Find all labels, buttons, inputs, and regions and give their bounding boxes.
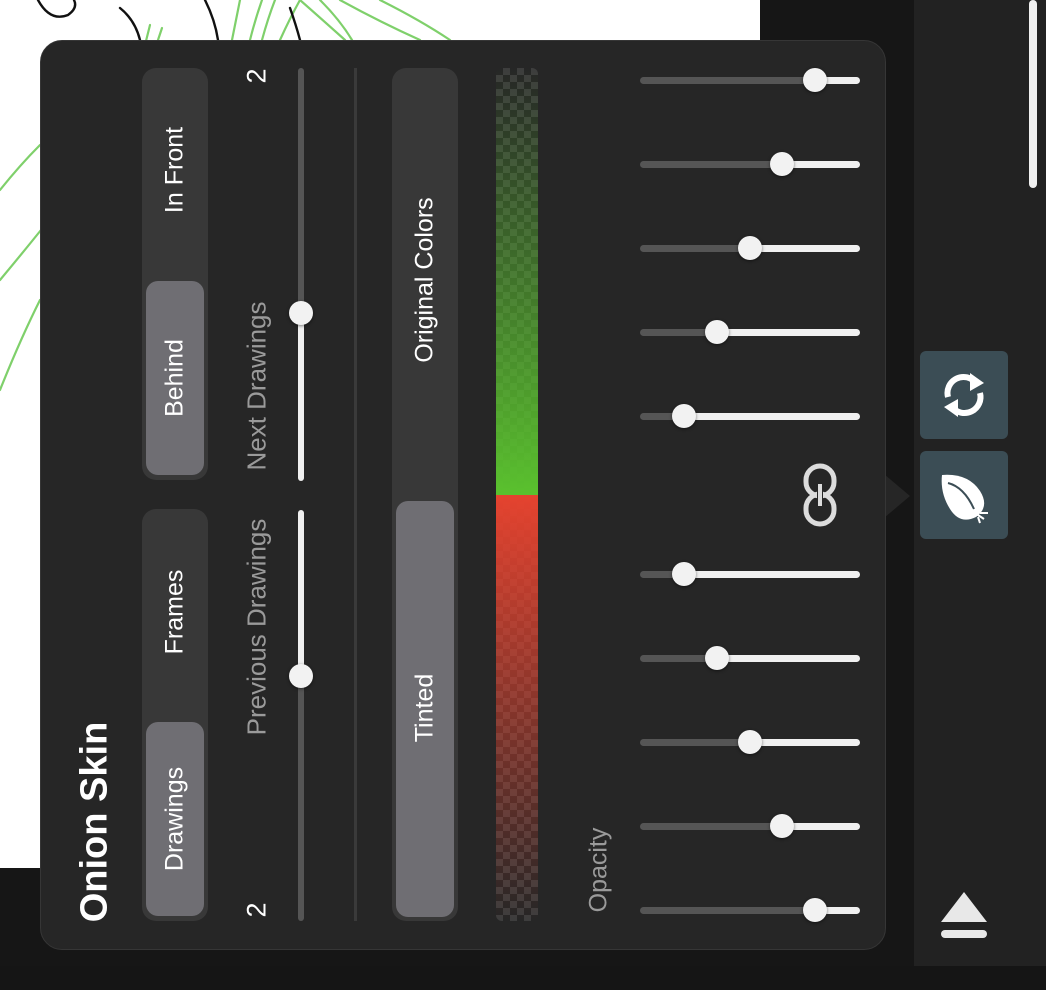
next-opacity-slider-5-thumb[interactable]: [672, 404, 696, 428]
previous-opacity-slider-3-fill: [640, 739, 750, 746]
next-drawings-track-active: [298, 313, 304, 481]
next-drawings-count: 2: [241, 68, 272, 84]
previous-drawings-thumb[interactable]: [289, 664, 313, 688]
previous-opacity-slider-1-track: [684, 571, 860, 578]
link-icon[interactable]: [800, 462, 840, 528]
next-opacity-slider-3-fill: [640, 245, 750, 252]
popover-arrow: [884, 474, 910, 518]
next-opacity-slider-2[interactable]: [640, 152, 860, 176]
next-opacity-slider-3[interactable]: [640, 236, 860, 260]
previous-opacity-slider-3-track: [749, 739, 860, 746]
onion-skin-button[interactable]: [920, 451, 1008, 539]
previous-opacity-slider-4-fill: [640, 823, 783, 830]
next-opacity-slider-1-thumb[interactable]: [803, 68, 827, 92]
previous-opacity-slider-5-thumb[interactable]: [803, 898, 827, 922]
eject-button[interactable]: [934, 882, 994, 946]
next-opacity-slider-5[interactable]: [640, 404, 860, 428]
onion-icon: [941, 474, 988, 524]
previous-opacity-slider-3[interactable]: [640, 730, 860, 754]
previous-opacity-slider-1-thumb[interactable]: [672, 562, 696, 586]
position-option-in-front[interactable]: In Front: [161, 127, 190, 213]
next-drawings-thumb[interactable]: [289, 301, 313, 325]
next-opacity-slider-2-fill: [640, 161, 783, 168]
next-opacity-slider-4-track: [716, 329, 860, 336]
next-opacity-slider-4-thumb[interactable]: [704, 320, 729, 344]
next-opacity-slider-2-thumb[interactable]: [770, 152, 795, 176]
color-option-tinted-label: Tinted: [410, 673, 439, 743]
mode-option-frames[interactable]: Frames: [161, 570, 190, 655]
next-opacity-slider-3-track: [749, 245, 860, 252]
tint-gradient: [496, 68, 538, 921]
tint-color-strip[interactable]: [496, 68, 538, 921]
previous-opacity-slider-2[interactable]: [640, 646, 860, 670]
panel-title: Onion Skin: [73, 721, 116, 923]
previous-drawings-track[interactable]: [298, 676, 304, 921]
eject-icon: [941, 892, 987, 938]
sync-button[interactable]: [920, 351, 1008, 439]
mode-option-drawings-label: Drawings: [160, 766, 189, 872]
next-tint-swatch[interactable]: [496, 68, 538, 495]
previous-opacity-slider-2-thumb[interactable]: [704, 646, 729, 670]
scrollbar-thumb[interactable]: [1029, 0, 1037, 188]
previous-tint-swatch[interactable]: [496, 495, 538, 921]
opacity-label: Opacity: [584, 827, 613, 913]
previous-opacity-slider-4[interactable]: [640, 814, 860, 838]
next-opacity-slider-5-track: [684, 413, 860, 420]
next-opacity-slider-4[interactable]: [640, 320, 860, 344]
previous-opacity-slider-3-thumb[interactable]: [737, 730, 762, 754]
next-opacity-slider-3-thumb[interactable]: [737, 236, 762, 260]
next-opacity-slider-1-fill: [640, 77, 815, 84]
bottom-bar: [0, 966, 1046, 990]
next-drawings-track[interactable]: [298, 68, 304, 313]
sync-icon: [944, 373, 984, 417]
previous-opacity-slider-5[interactable]: [640, 898, 860, 922]
previous-opacity-slider-2-track: [716, 655, 860, 662]
divider: [354, 68, 357, 921]
next-drawings-label: Next Drawings: [241, 301, 272, 471]
position-option-behind-label: Behind: [160, 339, 189, 417]
color-option-original[interactable]: Original Colors: [411, 197, 440, 362]
previous-opacity-slider-4-thumb[interactable]: [770, 814, 795, 838]
previous-opacity-slider-5-fill: [640, 907, 815, 914]
previous-drawings-label: Previous Drawings: [241, 518, 272, 736]
previous-opacity-slider-1[interactable]: [640, 562, 860, 586]
previous-drawings-track-active: [298, 510, 304, 676]
previous-drawings-count: 2: [241, 902, 272, 918]
next-opacity-slider-1[interactable]: [640, 68, 860, 92]
